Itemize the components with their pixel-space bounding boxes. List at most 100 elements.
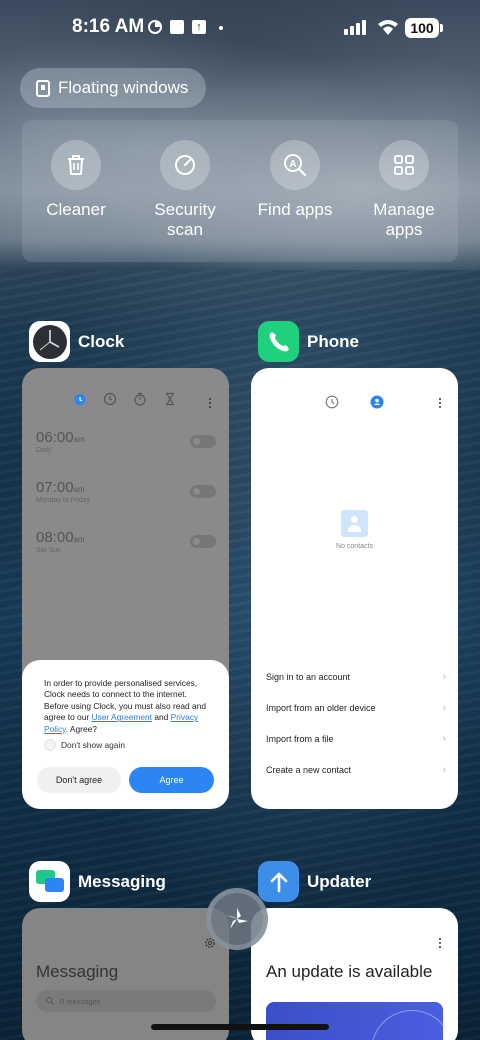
dont-agree-button[interactable]: Don't agree (37, 767, 121, 793)
world-clock-tab-icon[interactable] (103, 392, 117, 406)
trash-icon (51, 140, 101, 190)
quick-actions-panel: Cleaner Security scan A Find apps Manage… (22, 120, 458, 262)
checkbox-circle-icon[interactable] (44, 739, 56, 751)
phone-more-menu-icon[interactable] (439, 398, 442, 408)
alarm-ampm: am (73, 485, 85, 494)
clock-app-name: Clock (78, 331, 125, 351)
option-label: Import from an older device (266, 703, 376, 713)
updater-app-icon (258, 861, 299, 902)
alarm-time: 08:00 (36, 529, 74, 546)
phone-app-icon (258, 321, 299, 362)
security-scan-icon (160, 140, 210, 190)
alarm-time: 07:00 (36, 479, 74, 496)
clear-all-icon (226, 908, 248, 929)
messages-search-input[interactable]: 0 messages (36, 990, 216, 1012)
clock-app-header[interactable]: Clock (29, 321, 124, 362)
alarm-ampm: am (73, 535, 85, 544)
search-placeholder: 0 messages (60, 996, 101, 1006)
no-contacts-placeholder: No contacts (251, 510, 458, 550)
wifi-icon (378, 20, 398, 35)
find-apps-label: Find apps (257, 200, 333, 219)
update-available-title: An update is available (266, 962, 433, 981)
messaging-app-card[interactable]: Messaging 0 messages (22, 908, 229, 1040)
import-file-item[interactable]: Import from a file › (266, 731, 446, 747)
upload-notification-icon: ↑ (192, 20, 206, 34)
home-indicator[interactable] (151, 1024, 329, 1030)
update-banner-image (266, 1002, 443, 1040)
clock-tabs (22, 392, 229, 408)
alarm-toggle[interactable] (190, 435, 216, 448)
phone-app-name: Phone (307, 331, 359, 351)
phone-app-header[interactable]: Phone (258, 321, 359, 362)
alarm-toggle[interactable] (190, 485, 216, 498)
alarm-repeat: Monday to Friday (36, 497, 91, 504)
messaging-app-name: Messaging (78, 871, 166, 891)
updater-app-card[interactable]: An update is available (251, 908, 458, 1040)
dialog-message: In order to provide personalised service… (44, 678, 212, 735)
contacts-tab-icon[interactable] (370, 395, 384, 409)
alarm-item[interactable]: 06:00am Daily (36, 429, 216, 454)
alarm-repeat: Daily (36, 447, 52, 454)
dialog-text-after: . Agree? (65, 723, 97, 734)
manage-apps-label: Manage apps (373, 200, 435, 239)
battery-tip (440, 24, 443, 32)
create-contact-item[interactable]: Create a new contact › (266, 762, 446, 778)
floating-window-icon (36, 79, 50, 97)
signal-icon (344, 20, 366, 35)
grid-icon (379, 140, 429, 190)
chevron-right-icon: › (442, 671, 446, 683)
cleaner-label: Cleaner (46, 200, 106, 219)
security-scan-label: Security scan (154, 200, 216, 239)
import-older-device-item[interactable]: Import from an older device › (266, 700, 446, 716)
find-apps-button[interactable]: A Find apps (240, 140, 350, 220)
dont-show-again-checkbox[interactable]: Don't show again (44, 739, 125, 751)
cleaner-button[interactable]: Cleaner (21, 140, 131, 220)
chevron-right-icon: › (442, 702, 446, 714)
recents-tab-icon[interactable] (325, 395, 339, 409)
option-label: Sign in to an account (266, 672, 351, 682)
status-bar: 8:16 AM ↑ 100 (0, 14, 480, 44)
search-icon (46, 997, 54, 1005)
clear-all-button[interactable] (206, 888, 268, 950)
updater-app-header[interactable]: Updater (258, 861, 371, 902)
dont-show-again-label: Don't show again (61, 740, 125, 750)
chevron-right-icon: › (442, 733, 446, 745)
contact-placeholder-icon (341, 510, 368, 537)
stopwatch-tab-icon[interactable] (133, 392, 147, 406)
updater-more-menu-icon[interactable] (439, 938, 442, 948)
status-time: 8:16 AM (72, 16, 145, 37)
battery-icon: 100 (405, 18, 439, 38)
svg-text:A: A (289, 159, 296, 170)
alarm-item[interactable]: 07:00am Monday to Friday (36, 479, 216, 504)
alarm-ampm: am (73, 435, 85, 444)
messaging-app-icon (29, 861, 70, 902)
sign-in-account-item[interactable]: Sign in to an account › (266, 669, 446, 685)
floating-windows-button[interactable]: Floating windows (20, 68, 207, 108)
clock-app-card[interactable]: 06:00am Daily 07:00am Monday to Friday 0… (22, 368, 229, 809)
more-notifications-dot-icon (219, 26, 223, 30)
notification-square-icon (170, 20, 184, 34)
updater-app-name: Updater (307, 871, 372, 891)
option-label: Import from a file (266, 734, 334, 744)
find-apps-icon: A (270, 140, 320, 190)
no-contacts-label: No contacts (336, 543, 373, 550)
phone-app-card[interactable]: No contacts Sign in to an account › Impor… (251, 368, 458, 809)
privacy-dialog: In order to provide personalised service… (22, 660, 229, 809)
alarm-time: 06:00 (36, 429, 74, 446)
clock-more-menu-icon[interactable] (209, 398, 212, 408)
agree-button[interactable]: Agree (129, 767, 214, 793)
alarm-toggle[interactable] (190, 535, 216, 548)
chevron-right-icon: › (442, 764, 446, 776)
alarm-item[interactable]: 08:00am Sat Sun (36, 529, 216, 554)
messaging-title: Messaging (36, 962, 119, 981)
floating-windows-label: Floating windows (58, 78, 189, 97)
data-saver-icon (148, 20, 162, 34)
manage-apps-button[interactable]: Manage apps (349, 140, 459, 240)
alarm-tab-icon[interactable] (73, 392, 87, 406)
messaging-app-header[interactable]: Messaging (29, 861, 166, 902)
user-agreement-link[interactable]: User Agreement (92, 712, 153, 722)
alarm-repeat: Sat Sun (36, 547, 61, 554)
security-scan-button[interactable]: Security scan (130, 140, 240, 240)
clock-app-icon (29, 321, 70, 362)
timer-tab-icon[interactable] (163, 392, 177, 406)
